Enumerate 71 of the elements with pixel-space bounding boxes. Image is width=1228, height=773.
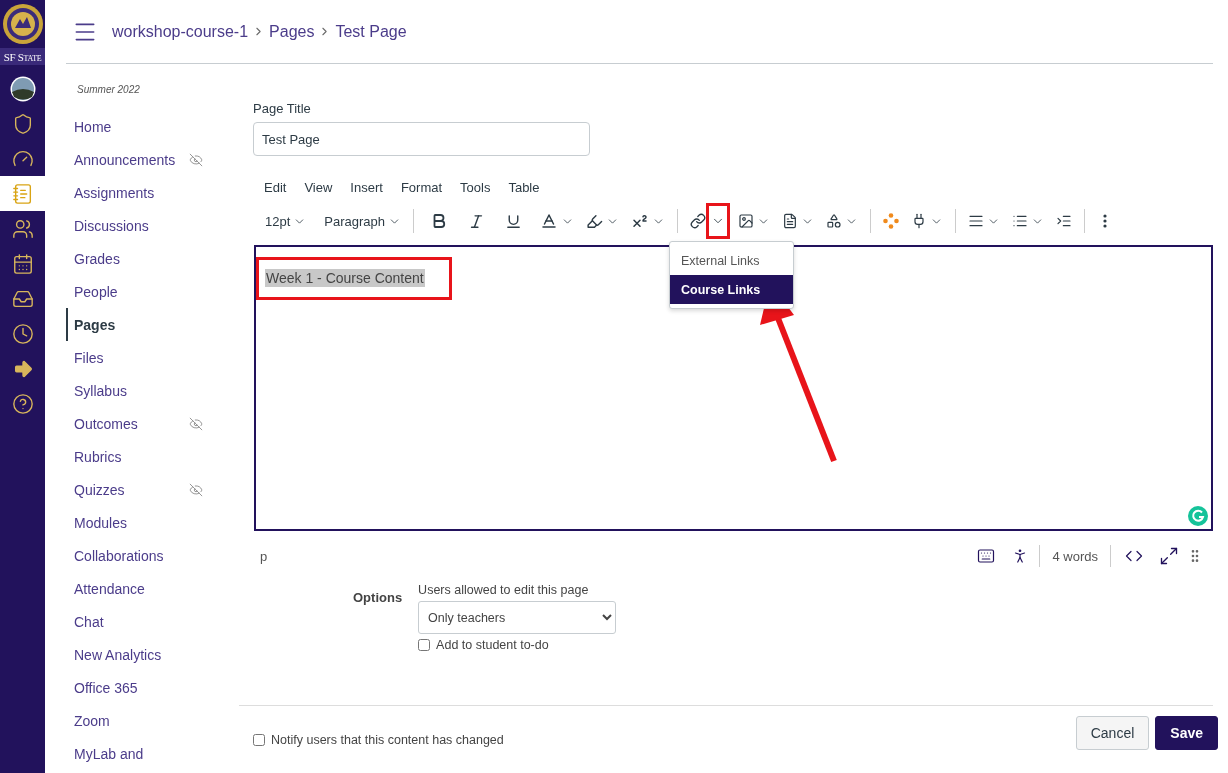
editors-select[interactable]: Only teachers [418,601,617,634]
course-nav-link[interactable]: Rubrics [66,440,239,473]
save-button[interactable]: Save [1155,716,1218,750]
course-nav-link[interactable]: People [66,275,239,308]
calendar-icon[interactable] [11,252,34,275]
font-size-dropdown[interactable]: 12pt [259,206,313,236]
course-nav-link[interactable]: Pages [66,308,239,341]
image-icon [738,213,755,229]
underline-icon [505,212,523,230]
annotation-frame [706,203,731,239]
breadcrumb-link[interactable]: Pages [269,22,315,41]
cancel-button[interactable]: Cancel [1075,716,1150,750]
course-nav-link[interactable]: New Analytics [66,638,239,671]
menu-item[interactable]: Tools [449,179,498,195]
help-icon[interactable] [11,392,34,415]
field-label: Page Title [253,101,312,116]
course-nav-link[interactable]: MyLab and [66,737,239,770]
checkbox[interactable] [418,639,431,651]
course-nav-link[interactable]: Files [66,341,239,374]
avatar[interactable] [9,75,36,102]
people-icon[interactable] [11,217,34,240]
course-nav-link[interactable]: Attendance [66,572,239,605]
link-icon [690,213,707,229]
element-path: p [260,548,269,564]
course-nav-link[interactable]: Assignments [66,176,239,209]
checkbox-label: Notify users that this content has changed [271,732,504,747]
shapes-icon [826,213,843,229]
course-nav-link[interactable]: Syllabus [66,374,239,407]
block-format-dropdown[interactable]: Paragraph [318,206,408,236]
menu-item[interactable]: Table [497,179,547,195]
word-count[interactable]: 4 words [1042,548,1108,564]
seal-logo [1,3,44,45]
course-nav-link[interactable]: Zoom [66,704,239,737]
menu-item[interactable]: Format [389,179,450,195]
checkbox[interactable] [253,733,265,746]
course-nav-link[interactable]: Chat [66,605,239,638]
field-label: Users allowed to edit this page [418,583,590,597]
course-nav-link[interactable]: Outcomes [66,407,239,440]
course-nav-link[interactable]: Home [66,110,239,143]
editor-text: Week 1 - Course Content [265,269,425,287]
link-caret-button[interactable] [708,206,729,236]
align-icon [968,213,985,229]
highlighter-icon [586,212,604,230]
term-label: Summer 2022 [76,84,141,95]
link-menu-item[interactable]: External Links [670,246,794,275]
breadcrumb-link[interactable]: Test Page [335,22,407,41]
menu-item[interactable]: Insert [339,179,390,195]
more-icon [1103,214,1108,228]
clock-icon[interactable] [11,322,34,345]
text-color-icon [540,212,559,230]
checkbox-label: Add to student to-do [436,638,549,652]
list-icon [1012,213,1029,229]
dots-icon[interactable] [883,213,900,229]
document-icon [782,213,799,229]
course-nav-link[interactable]: Office 365 [66,671,239,704]
breadcrumb-link[interactable]: workshop-course-1 [112,22,249,41]
course-nav-link[interactable]: Announcements [66,143,239,176]
course-nav-link[interactable]: Modules [66,506,239,539]
course-nav-link[interactable]: Collaborations [66,539,239,572]
logo-text: SF State [0,48,45,65]
arrows-icon [1159,546,1179,566]
link-menu-item[interactable]: Course Links [670,275,794,304]
course-nav-link[interactable]: Grades [66,242,239,275]
course-nav-link[interactable]: Discussions [66,209,239,242]
indent-icon [1056,213,1073,229]
title-field[interactable]: Test Page [253,122,590,156]
course-nav-link[interactable]: Quizzes [66,473,239,506]
menu-item[interactable]: View [293,179,340,195]
superscript-icon [631,212,650,230]
options-label: Options [353,589,403,607]
menu-item[interactable]: Edit [253,179,294,195]
